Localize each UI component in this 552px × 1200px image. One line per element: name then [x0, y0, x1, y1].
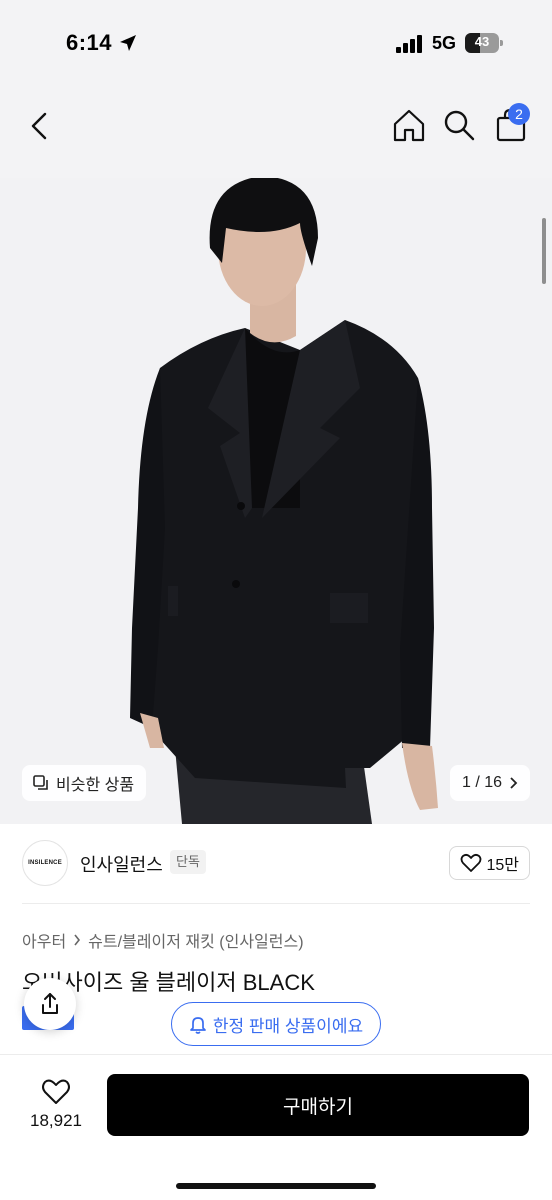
signal-icon	[396, 35, 422, 53]
model-photo	[0, 88, 552, 824]
status-bar: 6:14 5G 43	[0, 0, 552, 88]
breadcrumb-subcategory[interactable]: 슈트/블레이저 재킷 (인사일런스)	[88, 928, 303, 952]
product-image[interactable]: 비슷한 상품 1 / 16	[0, 88, 552, 824]
limited-sale-notice[interactable]: 한정 판매 상품이에요	[171, 1002, 381, 1046]
image-page-counter[interactable]: 1 / 16	[449, 765, 530, 801]
breadcrumb-category[interactable]: 아우터	[22, 928, 66, 952]
heart-icon	[42, 1079, 70, 1104]
chevron-left-icon[interactable]	[22, 108, 58, 144]
battery-icon: 43	[465, 33, 503, 53]
divider	[22, 903, 530, 904]
brand-like-count: 15만	[486, 857, 519, 874]
search-icon[interactable]	[440, 106, 478, 144]
status-time: 6:14	[66, 30, 113, 55]
home-icon[interactable]	[390, 106, 428, 144]
battery-level: 43	[474, 34, 490, 49]
share-icon	[42, 993, 58, 1014]
similar-products-label: 비슷한 상품	[56, 777, 135, 794]
limited-sale-label: 한정 판매 상품이에요	[212, 1016, 364, 1036]
breadcrumb: 아우터 슈트/블레이저 재킷 (인사일런스)	[22, 928, 304, 952]
brand-like-button[interactable]: 15만	[449, 846, 530, 880]
location-arrow-icon	[120, 35, 136, 51]
chevron-right-icon	[510, 777, 518, 789]
seller-row[interactable]: INSILENCE 인사일런스 단독 15만	[0, 824, 552, 904]
home-indicator	[176, 1183, 376, 1189]
chevron-right-icon	[74, 934, 81, 946]
copy-icon	[33, 775, 48, 790]
top-nav: 2	[0, 88, 552, 178]
heart-icon	[461, 853, 482, 872]
wishlist-button[interactable]: 18,921	[22, 1077, 90, 1131]
cart-count-badge: 2	[508, 103, 530, 125]
share-button[interactable]	[24, 978, 76, 1030]
seller-name[interactable]: 인사일런스	[80, 851, 163, 877]
network-type: 5G	[432, 33, 457, 53]
similar-products-button[interactable]: 비슷한 상품	[22, 765, 147, 801]
bell-icon	[190, 1017, 206, 1034]
scrollbar[interactable]	[542, 218, 546, 284]
exclusive-badge: 단독	[170, 850, 206, 874]
seller-logo[interactable]: INSILENCE	[22, 840, 68, 886]
wishlist-count: 18,921	[30, 1111, 82, 1130]
page-counter-label: 1 / 16	[461, 774, 502, 791]
bottom-bar: 18,921 구매하기	[0, 1054, 552, 1200]
buy-button[interactable]: 구매하기	[107, 1074, 529, 1136]
